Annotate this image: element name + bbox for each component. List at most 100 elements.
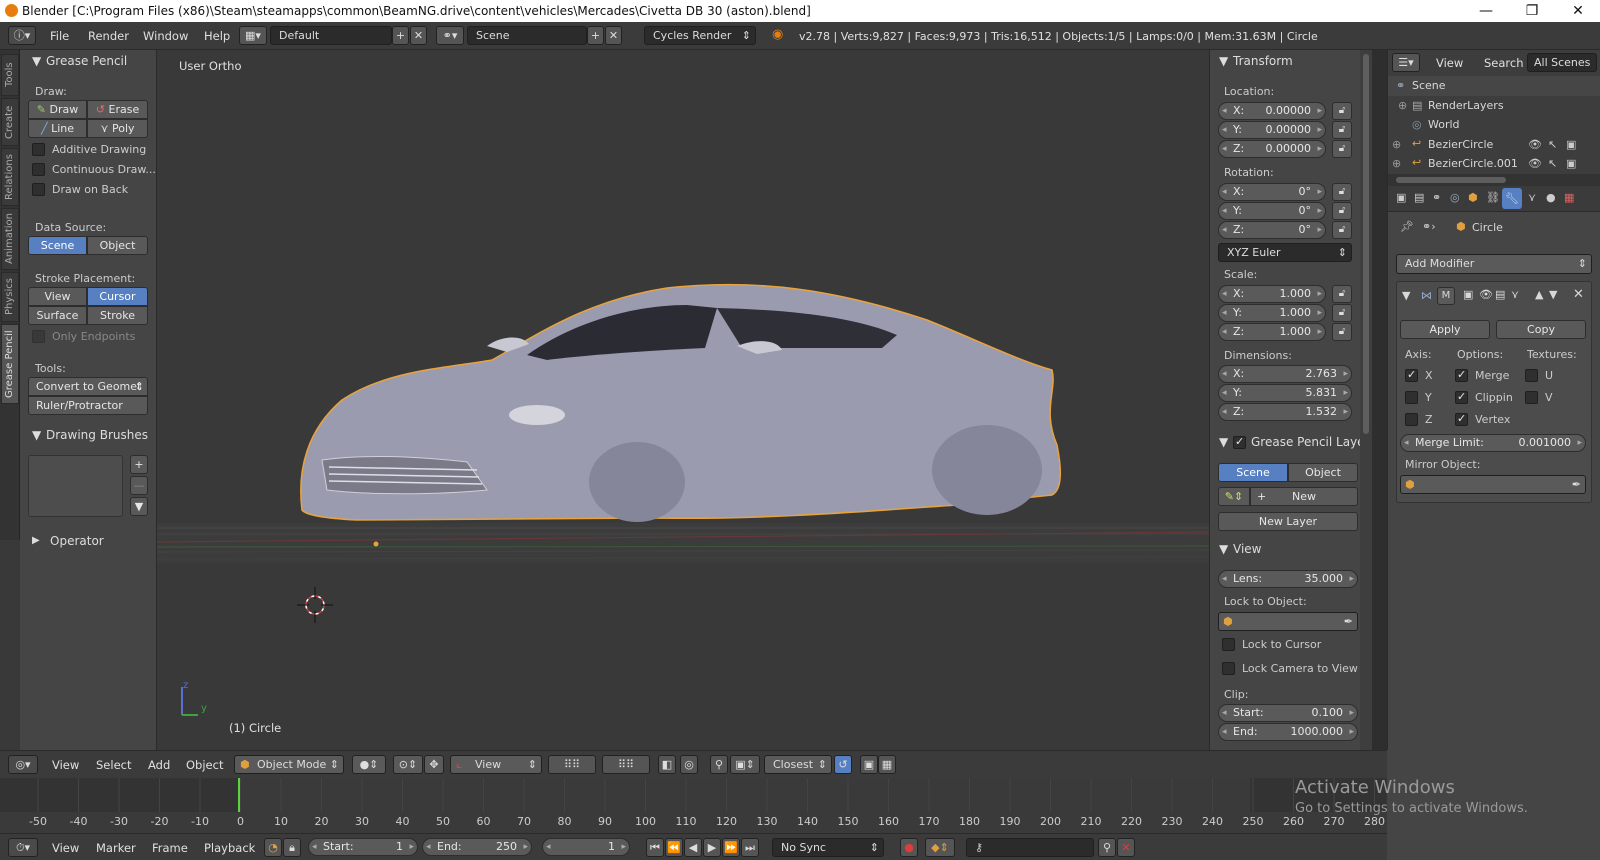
proportional-edit-icon[interactable]: ◎ bbox=[680, 755, 698, 774]
render-layers-tab-icon[interactable]: ▤ bbox=[1414, 191, 1424, 204]
layout-browse-icon[interactable]: ▦▾ bbox=[239, 26, 267, 45]
remove-brush-icon[interactable]: — bbox=[130, 476, 148, 495]
poly-button[interactable]: ⋎ Poly bbox=[87, 119, 148, 138]
next-keyframe-icon[interactable]: ⏩ bbox=[722, 838, 740, 857]
axis-x-checkbox[interactable] bbox=[1405, 368, 1418, 382]
layers-group-2[interactable]: ⠿⠿ bbox=[602, 755, 650, 774]
interaction-mode-select[interactable]: ⬢ Object Mode ⇕ bbox=[234, 755, 344, 774]
tab-create[interactable]: Create bbox=[1, 98, 19, 146]
tab-grease-pencil[interactable]: Grease Pencil bbox=[1, 324, 19, 404]
lock-icon[interactable]: 🔓︎ bbox=[1332, 285, 1352, 303]
align-rotation-icon[interactable]: ↺ bbox=[834, 755, 852, 774]
grease-pencil-layers-checkbox[interactable] bbox=[1233, 435, 1246, 449]
play-icon[interactable]: ▶ bbox=[703, 838, 721, 857]
panel-header-gp-layers[interactable]: Grease Pencil Layers bbox=[1251, 435, 1376, 449]
modifiers-tab-icon[interactable]: 🔧︎ bbox=[1502, 188, 1522, 209]
timeline-menu-view[interactable]: View bbox=[52, 841, 79, 855]
panel-scrollbar[interactable] bbox=[1360, 50, 1372, 750]
scrollbar-thumb[interactable] bbox=[1363, 54, 1369, 434]
menu-render[interactable]: Render bbox=[88, 29, 129, 43]
add-scene-icon[interactable]: + bbox=[587, 26, 604, 45]
lock-icon[interactable]: 🔓︎ bbox=[1332, 121, 1352, 139]
lock-icon[interactable]: 🔓︎ bbox=[1332, 304, 1352, 322]
3d-viewport[interactable]: User Ortho z y (1) Circle bbox=[157, 50, 1209, 750]
layers-group-1[interactable]: ⠿⠿ bbox=[548, 755, 596, 774]
lens-field[interactable]: Lens: 35.000 bbox=[1218, 570, 1358, 588]
dimension-y-field[interactable]: Y: 5.831 bbox=[1218, 384, 1352, 402]
location-x-field[interactable]: X: 0.00000 bbox=[1218, 102, 1326, 120]
apply-modifier-button[interactable]: Apply bbox=[1400, 320, 1490, 339]
timeline[interactable]: -50 -40 -30 -20 -10 0 10 20 30 40 50 60 70 80 90 100 110… bbox=[0, 778, 1387, 833]
timeline-menu-playback[interactable]: Playback bbox=[204, 841, 255, 855]
pivot-select[interactable]: ⊙⇕ bbox=[393, 755, 423, 774]
copy-modifier-button[interactable]: Copy bbox=[1496, 320, 1586, 339]
lock-to-cursor-checkbox[interactable] bbox=[1222, 638, 1235, 651]
gp-object-button[interactable]: Object bbox=[1288, 463, 1358, 482]
sync-mode-select[interactable]: No Sync ⇕ bbox=[772, 838, 884, 857]
scale-y-field[interactable]: Y: 1.000 bbox=[1218, 304, 1326, 322]
outliner-item-renderlayers[interactable]: RenderLayers bbox=[1428, 99, 1504, 112]
vertex-groups-checkbox[interactable] bbox=[1455, 412, 1468, 426]
remove-scene-icon[interactable]: ✕ bbox=[605, 26, 622, 45]
expand-icon[interactable]: ⊕ bbox=[1392, 138, 1401, 151]
new-layer-button[interactable]: New Layer bbox=[1218, 512, 1358, 531]
brush-list[interactable] bbox=[28, 455, 123, 517]
render-engine-select[interactable]: Cycles Render ⇕ bbox=[644, 26, 756, 45]
rotation-z-field[interactable]: Z: 0° bbox=[1218, 221, 1326, 239]
render-opengl-icon[interactable]: ▣ bbox=[860, 755, 878, 774]
placement-stroke-button[interactable]: Stroke bbox=[87, 306, 148, 325]
lock-icon[interactable]: 🔓︎ bbox=[1332, 102, 1352, 120]
placement-cursor-button[interactable]: Cursor bbox=[87, 287, 148, 306]
jump-start-icon[interactable]: ⏮ bbox=[646, 838, 664, 857]
scale-z-field[interactable]: Z: 1.000 bbox=[1218, 323, 1326, 341]
outliner-menu-view[interactable]: View bbox=[1436, 56, 1463, 70]
line-button[interactable]: ╱ Line bbox=[28, 119, 87, 138]
render-animation-icon[interactable]: ▦ bbox=[878, 755, 896, 774]
collapse-arrow-icon[interactable]: ▼ bbox=[1402, 289, 1410, 302]
scene-name-field[interactable]: Scene bbox=[467, 26, 587, 45]
constraints-tab-icon[interactable]: ⛓ bbox=[1486, 191, 1500, 204]
world-tab-icon[interactable]: ◎ bbox=[1450, 191, 1460, 204]
scrollbar-thumb[interactable] bbox=[1396, 177, 1506, 183]
menu-window[interactable]: Window bbox=[143, 29, 188, 43]
only-endpoints-checkbox[interactable] bbox=[32, 330, 45, 343]
tab-animation[interactable]: Animation bbox=[1, 208, 19, 270]
lock-icon[interactable]: 🔓︎ bbox=[1332, 202, 1352, 220]
texture-u-checkbox[interactable] bbox=[1525, 369, 1538, 382]
renderable-camera-icon[interactable]: ▣ bbox=[1566, 157, 1576, 170]
collapse-arrow-icon[interactable]: ▼ bbox=[32, 54, 41, 68]
area-divider[interactable] bbox=[1372, 50, 1387, 750]
move-up-icon[interactable]: ▲ bbox=[1535, 288, 1543, 301]
rotation-mode-select[interactable]: XYZ Euler ⇕ bbox=[1218, 243, 1352, 262]
menu-view[interactable]: View bbox=[52, 758, 79, 772]
scale-x-field[interactable]: X: 1.000 bbox=[1218, 285, 1326, 303]
panel-header-operator[interactable]: Operator bbox=[50, 534, 104, 548]
snap-target-select[interactable]: Closest ⇕ bbox=[764, 755, 832, 774]
outliner-menu-search[interactable]: Search bbox=[1484, 56, 1524, 70]
pin-icon[interactable]: 📌︎ bbox=[1400, 220, 1414, 233]
collapse-arrow-icon[interactable]: ▼ bbox=[1219, 435, 1228, 449]
end-frame-field[interactable]: End: 250 bbox=[422, 838, 532, 856]
clip-end-field[interactable]: End: 1000.000 bbox=[1218, 723, 1358, 741]
gp-new-button[interactable]: + New bbox=[1250, 487, 1358, 506]
cage-icon[interactable]: ⋎ bbox=[1511, 288, 1519, 301]
dimension-z-field[interactable]: Z: 1.532 bbox=[1218, 403, 1352, 421]
render-tab-icon[interactable]: ▣ bbox=[1396, 191, 1406, 204]
start-frame-field[interactable]: Start: 1 bbox=[308, 838, 418, 856]
selectable-arrow-icon[interactable]: ↖ bbox=[1548, 138, 1557, 151]
lock-icon[interactable]: 🔓︎ bbox=[1332, 140, 1352, 158]
timeline-menu-frame[interactable]: Frame bbox=[152, 841, 188, 855]
panel-header-view[interactable]: View bbox=[1233, 542, 1261, 556]
draw-button[interactable]: ✎ Draw bbox=[28, 100, 87, 119]
realtime-icon[interactable]: 👁︎ bbox=[1479, 288, 1493, 301]
prev-keyframe-icon[interactable]: ⏪ bbox=[665, 838, 683, 857]
erase-button[interactable]: ↺ Erase bbox=[87, 100, 148, 119]
axis-y-checkbox[interactable] bbox=[1405, 391, 1418, 404]
expand-icon[interactable]: ⊕ bbox=[1392, 157, 1401, 170]
record-icon[interactable]: ● bbox=[900, 838, 918, 857]
texture-tab-icon[interactable]: ▦ bbox=[1564, 191, 1574, 204]
menu-object[interactable]: Object bbox=[186, 758, 223, 772]
panel-header-drawing-brushes[interactable]: Drawing Brushes bbox=[46, 428, 148, 442]
merge-checkbox[interactable] bbox=[1455, 368, 1468, 382]
data-source-scene-button[interactable]: Scene bbox=[28, 236, 87, 255]
